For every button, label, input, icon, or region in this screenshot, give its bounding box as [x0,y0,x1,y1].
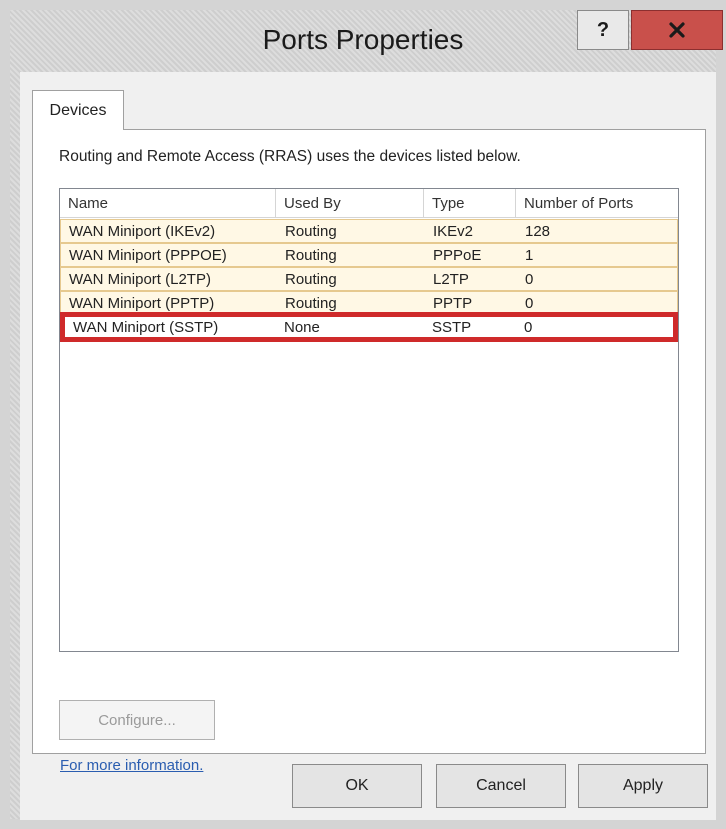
devices-list[interactable]: Name Used By Type Number of Ports WAN Mi… [59,188,679,652]
column-header-type[interactable]: Type [424,189,516,217]
table-row-selected[interactable]: WAN Miniport (SSTP) None SSTP 0 [60,312,678,342]
cell-name: WAN Miniport (PPTP) [69,294,215,312]
table-row[interactable]: WAN Miniport (PPPOE) Routing PPPoE 1 [60,243,678,267]
ok-button[interactable]: OK [292,764,422,808]
cell-name: WAN Miniport (IKEv2) [69,222,216,240]
cell-ports: 0 [525,270,534,288]
cell-name: WAN Miniport (L2TP) [69,270,211,288]
cell-type: L2TP [433,270,469,288]
cell-type: PPPoE [433,246,482,264]
cell-used-by: Routing [285,222,337,240]
column-header-name[interactable]: Name [60,189,276,217]
cell-used-by: None [284,318,320,336]
cell-used-by: Routing [285,294,337,312]
cell-ports: 128 [525,222,551,240]
cell-ports: 1 [525,246,534,264]
title-bar[interactable]: Ports Properties ? [10,10,723,72]
close-button[interactable] [631,10,723,50]
column-header-used-by[interactable]: Used By [276,189,424,217]
devices-tab-panel: Routing and Remote Access (RRAS) uses th… [32,129,706,774]
help-button[interactable]: ? [577,10,629,50]
description-text: Routing and Remote Access (RRAS) uses th… [59,148,521,165]
table-row[interactable]: WAN Miniport (IKEv2) Routing IKEv2 128 [60,219,678,243]
cell-name: WAN Miniport (PPPOE) [69,246,227,264]
configure-button[interactable]: Configure... [59,700,215,740]
cell-name: WAN Miniport (SSTP) [73,318,219,336]
more-information-link[interactable]: For more information. [60,757,203,774]
cell-type: IKEv2 [433,222,474,240]
cell-type: SSTP [432,318,472,336]
cell-type: PPTP [433,294,473,312]
cell-ports: 0 [525,294,534,312]
cell-ports: 0 [524,318,533,336]
cell-used-by: Routing [285,246,337,264]
tab-devices[interactable]: Devices [32,90,124,130]
cell-used-by: Routing [285,270,337,288]
column-header-ports[interactable]: Number of Ports [516,189,678,217]
list-header: Name Used By Type Number of Ports [60,189,678,218]
dialog-content: Devices Routing and Remote Access (RRAS)… [20,72,716,820]
close-icon [669,22,685,38]
apply-button[interactable]: Apply [578,764,708,808]
cancel-button[interactable]: Cancel [436,764,566,808]
table-row[interactable]: WAN Miniport (L2TP) Routing L2TP 0 [60,267,678,291]
